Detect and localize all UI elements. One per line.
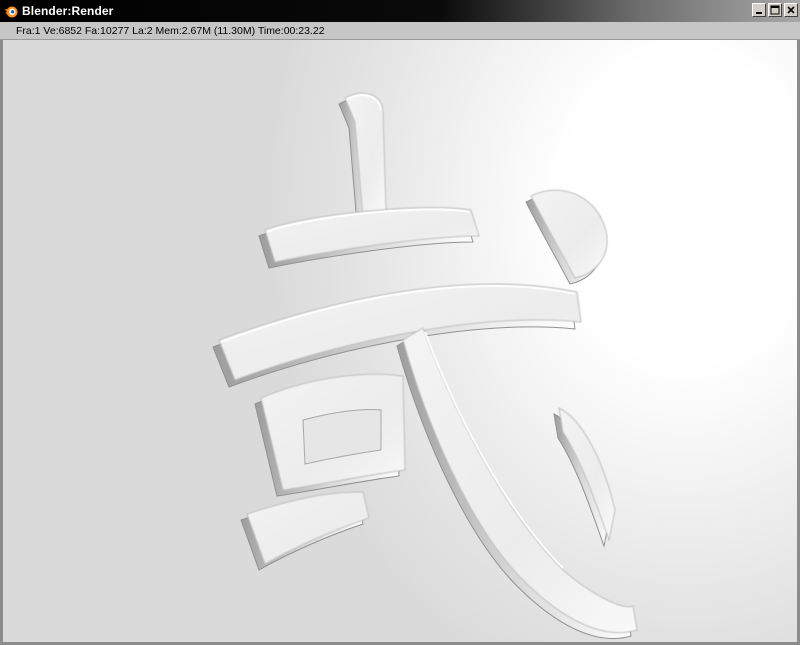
render-status-bar: Fra:1 Ve:6852 Fa:10277 La:2 Mem:2.67M (1…	[0, 22, 800, 40]
window-title: Blender:Render	[22, 4, 114, 18]
render-stats: Fra:1 Ve:6852 Fa:10277 La:2 Mem:2.67M (1…	[16, 24, 325, 37]
maximize-button[interactable]	[768, 3, 782, 17]
maximize-icon	[770, 5, 780, 15]
minimize-icon	[756, 12, 762, 14]
blender-logo-icon	[3, 3, 19, 19]
close-icon	[787, 6, 795, 14]
title-bar[interactable]: Blender:Render	[0, 0, 800, 22]
window-controls	[752, 3, 798, 17]
minimize-button[interactable]	[752, 3, 766, 17]
rendered-kanji-image	[212, 92, 638, 640]
close-button[interactable]	[784, 3, 798, 17]
glyph-face	[218, 92, 638, 634]
render-window: Blender:Render Fra:1 Ve:6852 Fa:10277 La…	[0, 0, 800, 645]
render-viewport	[3, 40, 797, 642]
